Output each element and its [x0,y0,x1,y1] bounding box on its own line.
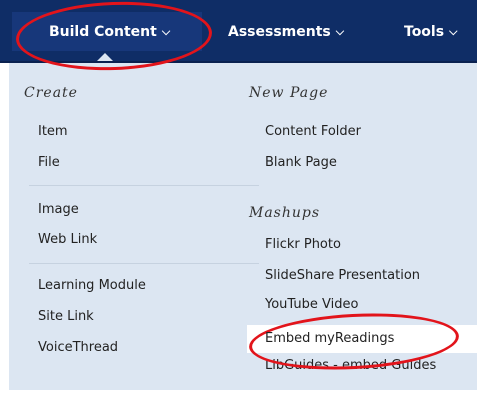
menu-item-content-folder[interactable]: Content Folder [265,124,361,139]
heading-new-page: New Page [249,85,329,101]
nav-build-content[interactable]: Build Content ⌵ [12,12,202,51]
menu-item-web-link[interactable]: Web Link [38,232,97,247]
chevron-down-icon: ⌵ [449,25,458,38]
nav-tools[interactable]: Tools ⌵ [404,24,457,40]
menu-item-flickr-photo[interactable]: Flickr Photo [265,237,341,252]
menu-item-site-link[interactable]: Site Link [38,309,94,324]
menu-item-libguides[interactable]: LibGuides - embed Guides [265,358,436,373]
chevron-down-icon: ⌵ [161,25,171,38]
menu-item-voicethread[interactable]: VoiceThread [38,340,118,355]
divider [29,185,259,186]
nav-build-content-label: Build Content [49,24,157,40]
nav-assessments-label: Assessments [228,24,331,40]
menu-item-image[interactable]: Image [38,202,79,217]
heading-mashups: Mashups [249,205,321,221]
dropdown-pointer [95,53,115,63]
nav-assessments[interactable]: Assessments ⌵ [228,24,344,40]
menu-item-youtube-video[interactable]: YouTube Video [265,297,358,312]
menu-item-embed-myreadings[interactable]: Embed myReadings [265,331,394,346]
menu-item-item[interactable]: Item [38,124,68,139]
nav-tools-label: Tools [404,24,445,40]
top-navigation-bar: Build Content ⌵ Assessments ⌵ Tools ⌵ [0,0,477,63]
menu-item-file[interactable]: File [38,155,60,170]
chevron-down-icon: ⌵ [335,25,345,38]
menu-item-learning-module[interactable]: Learning Module [38,278,146,293]
menu-item-slideshare[interactable]: SlideShare Presentation [265,268,420,283]
menu-item-blank-page[interactable]: Blank Page [265,155,337,170]
divider [29,263,259,264]
heading-create: Create [24,85,78,101]
